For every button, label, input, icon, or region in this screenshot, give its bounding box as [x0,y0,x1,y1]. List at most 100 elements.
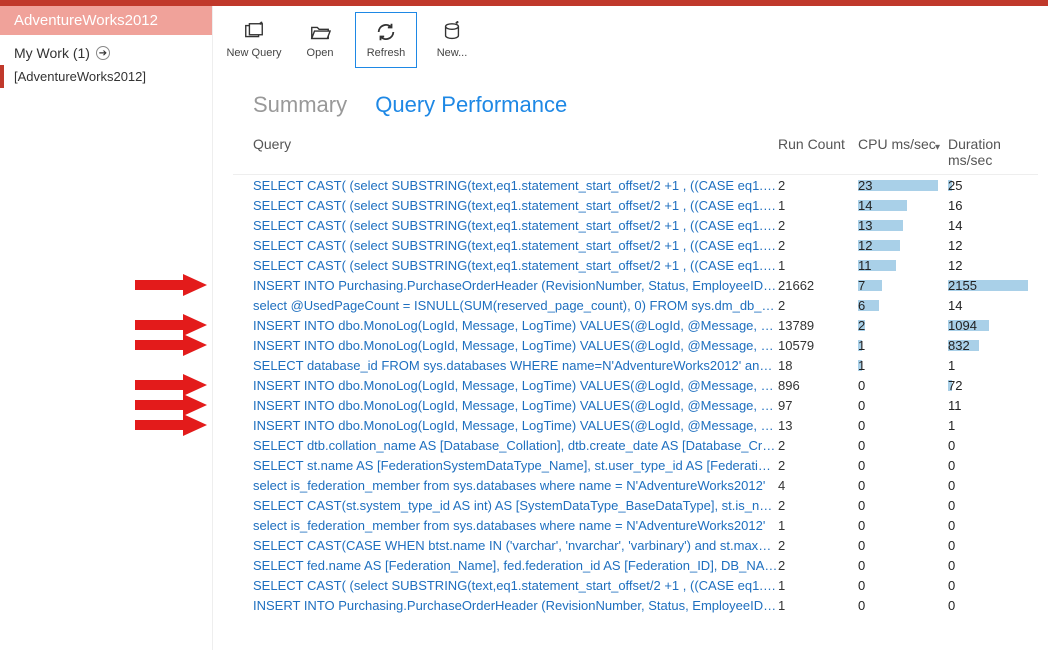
run-count-value: 2 [778,238,858,253]
query-text-link[interactable]: SELECT CAST( (select SUBSTRING(text,eq1.… [253,198,778,213]
duration-value-cell: 0 [948,558,1038,573]
table-row: SELECT dtb.collation_name AS [Database_C… [233,435,1038,455]
query-text-link[interactable]: select is_federation_member from sys.dat… [253,478,778,493]
run-count-value: 2 [778,498,858,513]
query-text-link[interactable]: SELECT CAST( (select SUBSTRING(text,eq1.… [253,578,778,593]
query-text-link[interactable]: INSERT INTO dbo.MonoLog(LogId, Message, … [253,318,778,333]
duration-value: 2155 [948,278,977,293]
cpu-value-cell: 23 [858,178,948,193]
query-text-link[interactable]: select @UsedPageCount = ISNULL(SUM(reser… [253,298,778,313]
duration-value-cell: 1094 [948,318,1038,333]
query-text-link[interactable]: SELECT CAST( (select SUBSTRING(text,eq1.… [253,258,778,273]
database-badge[interactable]: AdventureWorks2012 [0,6,212,35]
duration-value: 0 [948,518,955,533]
cpu-value-cell: 12 [858,238,948,253]
duration-value: 25 [948,178,962,193]
table-row: select is_federation_member from sys.dat… [233,515,1038,535]
tab-summary[interactable]: Summary [253,92,347,117]
cpu-value: 0 [858,598,865,613]
run-count-value: 1 [778,598,858,613]
duration-value-cell: 0 [948,538,1038,553]
sidebar-selected-item[interactable]: [AdventureWorks2012] [0,65,212,88]
column-header-run-count[interactable]: Run Count [778,136,858,168]
run-count-value: 1 [778,258,858,273]
duration-value-cell: 11 [948,398,1038,413]
query-text-link[interactable]: select is_federation_member from sys.dat… [253,518,778,533]
cpu-value-cell: 0 [858,458,948,473]
cpu-value-cell: 1 [858,338,948,353]
run-count-value: 4 [778,478,858,493]
tab-query-performance[interactable]: Query Performance [375,92,567,117]
cpu-value-cell: 13 [858,218,948,233]
my-work-link[interactable]: My Work (1) ➔ [0,35,212,65]
query-text-link[interactable]: SELECT CAST(st.system_type_id AS int) AS… [253,498,778,513]
annotation-arrow-icon [133,274,208,296]
annotation-arrow-icon [133,374,208,396]
cpu-value-cell: 14 [858,198,948,213]
duration-value-cell: 12 [948,258,1038,273]
duration-value: 1 [948,358,955,373]
query-text-link[interactable]: SELECT st.name AS [FederationSystemDataT… [253,458,778,473]
main-pane: New Query Open Refresh New... Summary Qu… [213,6,1048,650]
query-text-link[interactable]: SELECT CAST( (select SUBSTRING(text,eq1.… [253,238,778,253]
query-text-link[interactable]: INSERT INTO dbo.MonoLog(LogId, Message, … [253,418,778,433]
cpu-value: 0 [858,558,865,573]
cpu-value: 6 [858,298,865,313]
duration-value: 72 [948,378,962,393]
open-label: Open [307,47,334,59]
query-text-link[interactable]: INSERT INTO dbo.MonoLog(LogId, Message, … [253,398,778,413]
tab-bar: Summary Query Performance [213,70,1048,128]
new-query-button[interactable]: New Query [223,12,285,68]
annotation-arrow-icon [133,334,208,356]
cpu-value: 0 [858,518,865,533]
cpu-value: 0 [858,478,865,493]
query-text-link[interactable]: INSERT INTO Purchasing.PurchaseOrderHead… [253,598,778,613]
duration-value-cell: 0 [948,438,1038,453]
run-count-value: 97 [778,398,858,413]
duration-value-cell: 0 [948,578,1038,593]
table-row: SELECT CAST( (select SUBSTRING(text,eq1.… [233,195,1038,215]
column-header-query[interactable]: Query [253,136,778,168]
duration-value-cell: 12 [948,238,1038,253]
query-text-link[interactable]: SELECT CAST( (select SUBSTRING(text,eq1.… [253,218,778,233]
query-text-link[interactable]: INSERT INTO dbo.MonoLog(LogId, Message, … [253,338,778,353]
duration-value-cell: 0 [948,498,1038,513]
query-text-link[interactable]: INSERT INTO dbo.MonoLog(LogId, Message, … [253,378,778,393]
query-text-link[interactable]: SELECT CAST(CASE WHEN btst.name IN ('var… [253,538,778,553]
query-text-link[interactable]: SELECT CAST( (select SUBSTRING(text,eq1.… [253,178,778,193]
query-text-link[interactable]: SELECT fed.name AS [Federation_Name], fe… [253,558,778,573]
table-row: SELECT CAST( (select SUBSTRING(text,eq1.… [233,215,1038,235]
duration-value: 0 [948,578,955,593]
query-text-link[interactable]: INSERT INTO Purchasing.PurchaseOrderHead… [253,278,778,293]
table-row: SELECT CAST( (select SUBSTRING(text,eq1.… [233,255,1038,275]
run-count-value: 2 [778,218,858,233]
duration-value-cell: 0 [948,458,1038,473]
column-header-duration[interactable]: Duration ms/sec [948,136,1038,168]
table-row: INSERT INTO dbo.MonoLog(LogId, Message, … [233,335,1038,355]
run-count-value: 2 [778,558,858,573]
duration-value: 12 [948,238,962,253]
duration-value-cell: 1 [948,418,1038,433]
cpu-value: 0 [858,458,865,473]
open-folder-icon [309,21,331,43]
query-text-link[interactable]: SELECT database_id FROM sys.databases WH… [253,358,778,373]
run-count-value: 2 [778,438,858,453]
query-text-link[interactable]: SELECT dtb.collation_name AS [Database_C… [253,438,778,453]
cpu-value-cell: 0 [858,558,948,573]
refresh-button[interactable]: Refresh [355,12,417,68]
duration-value-cell: 14 [948,298,1038,313]
table-row: SELECT CAST( (select SUBSTRING(text,eq1.… [233,175,1038,195]
duration-value-cell: 832 [948,338,1038,353]
table-row: SELECT database_id FROM sys.databases WH… [233,355,1038,375]
duration-value: 0 [948,558,955,573]
new-button[interactable]: New... [421,12,483,68]
table-row: SELECT st.name AS [FederationSystemDataT… [233,455,1038,475]
cpu-value: 0 [858,578,865,593]
duration-value: 12 [948,258,962,273]
cpu-value-cell: 0 [858,418,948,433]
duration-value: 1 [948,418,955,433]
open-button[interactable]: Open [289,12,351,68]
cpu-value-cell: 11 [858,258,948,273]
column-header-cpu[interactable]: CPU ms/sec ▾ [858,136,948,168]
cpu-value-cell: 0 [858,438,948,453]
